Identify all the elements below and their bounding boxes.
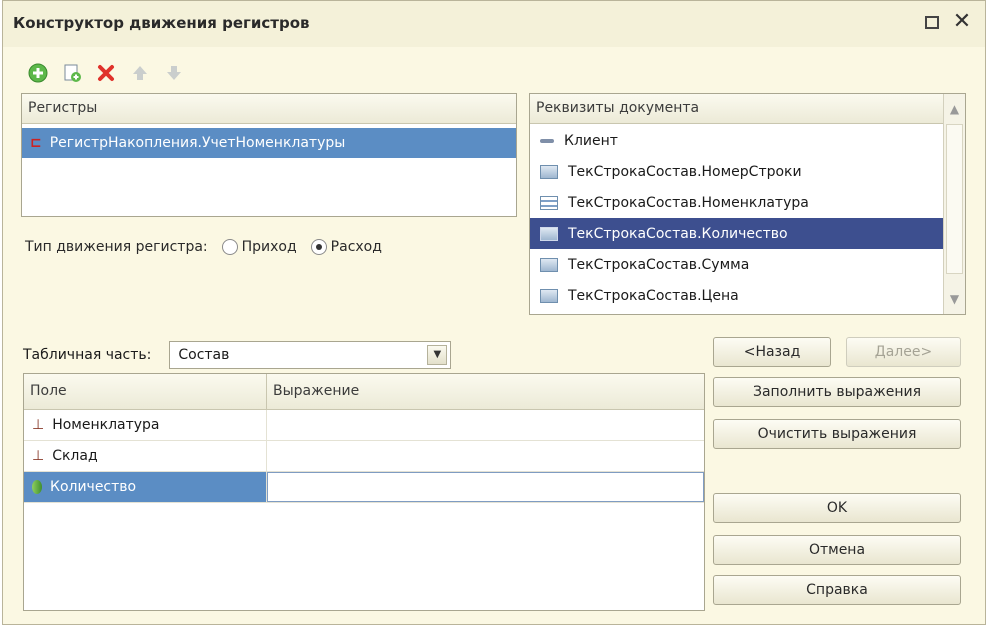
fields-grid: Поле Выражение ⊥ Номенклатура ⊥ Склад Ко…: [23, 373, 705, 611]
attribute-label: ТекСтрокаСостав.Сумма: [568, 256, 750, 273]
cancel-button[interactable]: Отмена: [713, 535, 961, 565]
ok-button[interactable]: OK: [713, 493, 961, 523]
attributes-header: Реквизиты документа: [530, 94, 965, 124]
register-label: РегистрНакопления.УчетНоменклатуры: [49, 135, 346, 151]
field-name: Номенклатура: [52, 417, 160, 433]
table-cell: ⊥ Номенклатура: [24, 410, 267, 440]
move-down-icon[interactable]: [163, 62, 185, 84]
tabular-part-select[interactable]: Состав ▼: [169, 341, 452, 369]
help-button[interactable]: Справка: [713, 575, 961, 605]
list-item[interactable]: ТекСтрокаСостав.НомерСтроки: [530, 156, 943, 187]
attribute-label: ТекСтрокаСостав.Цена: [568, 287, 739, 304]
clear-expressions-button[interactable]: Очистить выражения: [713, 419, 961, 449]
attribute-label: ТекСтрокаСостав.Номенклатура: [568, 194, 809, 211]
table-row-selected[interactable]: Количество: [24, 472, 704, 503]
expression-cell[interactable]: [267, 410, 704, 440]
movement-type-group: Тип движения регистра: Приход Расход: [25, 239, 382, 255]
radio-income[interactable]: Приход: [221, 239, 297, 255]
attribute-label: Клиент: [564, 132, 618, 149]
accumulation-register-icon: ⊏: [30, 135, 42, 151]
dimension-icon: ⊥: [32, 417, 45, 433]
table-field-icon: [540, 288, 558, 303]
list-item[interactable]: ТекСтрокаСостав.Номенклатура: [530, 187, 943, 218]
dimension-icon: ⊥: [32, 448, 45, 464]
tabular-part-row: Табличная часть: Состав ▼: [23, 341, 452, 369]
column-expression[interactable]: Выражение: [267, 374, 359, 409]
registers-panel: Регистры ⊏ РегистрНакопления.УчетНоменкл…: [21, 93, 517, 217]
back-button[interactable]: <Назад: [713, 337, 831, 367]
grid-header: Поле Выражение: [24, 374, 704, 410]
register-movement-designer-window: Конструктор движения регистров ✕ Регистр…: [2, 0, 986, 625]
next-button[interactable]: Далее>: [846, 337, 961, 367]
add-icon[interactable]: [27, 62, 49, 84]
field-icon: [540, 138, 554, 143]
copy-icon[interactable]: [61, 62, 83, 84]
expression-cell[interactable]: [267, 472, 704, 502]
attribute-label: ТекСтрокаСостав.Количество: [568, 225, 788, 242]
delete-icon[interactable]: [95, 62, 117, 84]
list-item-selected[interactable]: ТекСтрокаСостав.Количество: [530, 218, 943, 249]
list-item-register[interactable]: ⊏ РегистрНакопления.УчетНоменклатуры: [22, 128, 516, 158]
maximize-icon[interactable]: [921, 11, 943, 33]
radio-income-label: Приход: [241, 239, 297, 255]
list-item[interactable]: ТекСтрокаСостав.Цена: [530, 280, 943, 311]
attributes-list: Клиент ТекСтрокаСостав.НомерСтроки ТекСт…: [530, 125, 943, 314]
movement-type-label: Тип движения регистра:: [25, 239, 208, 255]
table-field-icon: [540, 164, 558, 179]
document-attributes-panel: Реквизиты документа Клиент ТекСтрокаСост…: [529, 93, 966, 315]
field-name: Склад: [52, 448, 98, 464]
chevron-down-icon[interactable]: ▼: [427, 345, 448, 365]
radio-expense-label: Расход: [330, 239, 382, 255]
radio-expense[interactable]: Расход: [310, 239, 382, 255]
radio-expense-circle[interactable]: [310, 239, 327, 255]
title-bar: Конструктор движения регистров ✕: [3, 1, 985, 47]
table-field-icon: [540, 257, 558, 272]
scroll-down-icon[interactable]: ▼: [944, 284, 965, 314]
table-cell: ⊥ Склад: [24, 441, 267, 471]
move-up-icon[interactable]: [129, 62, 151, 84]
close-icon[interactable]: ✕: [951, 11, 973, 33]
attributes-scrollbar[interactable]: ▲ ▼: [943, 94, 965, 314]
table-row[interactable]: ⊥ Номенклатура: [24, 410, 704, 441]
scroll-thumb[interactable]: [946, 124, 963, 274]
scroll-up-icon[interactable]: ▲: [944, 94, 965, 124]
fill-expressions-button[interactable]: Заполнить выражения: [713, 377, 961, 407]
table-field-icon: [540, 226, 558, 241]
registers-header: Регистры: [22, 94, 516, 124]
expression-cell[interactable]: [267, 441, 704, 471]
resource-icon: [32, 480, 42, 494]
reference-icon: [540, 195, 558, 210]
tabular-part-value: Состав: [178, 347, 230, 363]
list-item[interactable]: ТекСтрокаСостав.Сумма: [530, 249, 943, 280]
window-title: Конструктор движения регистров: [13, 14, 310, 32]
table-row[interactable]: ⊥ Склад: [24, 441, 704, 472]
column-field[interactable]: Поле: [24, 374, 267, 409]
field-name: Количество: [50, 479, 137, 495]
radio-income-circle[interactable]: [221, 239, 238, 255]
table-cell: Количество: [24, 472, 267, 502]
attribute-label: ТекСтрокаСостав.НомерСтроки: [568, 163, 802, 180]
tabular-part-label: Табличная часть:: [23, 347, 152, 363]
list-item[interactable]: Клиент: [530, 125, 943, 156]
toolbar: [27, 61, 185, 85]
